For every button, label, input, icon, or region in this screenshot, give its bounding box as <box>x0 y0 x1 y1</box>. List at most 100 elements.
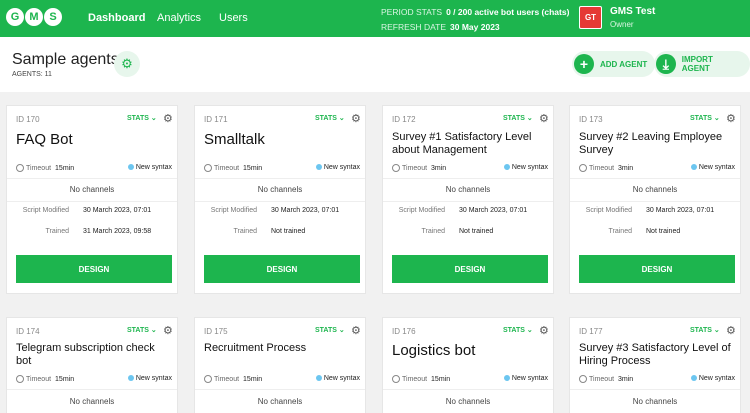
chevron-down-icon: ⌄ <box>713 327 720 334</box>
divider <box>570 389 740 390</box>
divider <box>195 201 365 202</box>
timeout-label: Timeout <box>26 375 52 383</box>
user-name[interactable]: GMS Test <box>610 6 655 17</box>
channels-status: No channels <box>632 185 678 194</box>
script-modified-label: Script Modified <box>585 207 632 214</box>
syntax-label: New syntax <box>698 375 735 382</box>
timeout-label: Timeout <box>402 375 428 383</box>
timeout-label: Timeout <box>589 375 615 383</box>
stats-dropdown[interactable]: STATS ⌄ <box>127 326 157 334</box>
trained-label: Trained <box>608 228 632 235</box>
page-settings-button[interactable]: ⚙ <box>114 51 140 77</box>
agent-id: ID 170 <box>16 115 40 124</box>
syntax-badge: New syntax <box>127 375 172 382</box>
script-modified-value: 30 March 2023, 07:01 <box>83 207 152 214</box>
stats-label: STATS <box>503 115 525 122</box>
syntax-dot-icon <box>503 375 510 382</box>
nav-users[interactable]: Users <box>219 12 248 24</box>
agent-title: FAQ Bot <box>16 131 73 148</box>
design-button[interactable]: DESIGN <box>392 255 548 283</box>
divider <box>195 178 365 179</box>
stats-dropdown[interactable]: STATS ⌄ <box>503 114 533 122</box>
gms-logo[interactable]: G M S <box>6 8 62 26</box>
script-modified-label: Script Modified <box>398 207 445 214</box>
agent-id: ID 172 <box>392 115 416 124</box>
stats-dropdown[interactable]: STATS ⌄ <box>690 326 720 334</box>
agent-card: ID 176 STATS ⌄ ⚙ Logistics bot Timeout 15… <box>382 317 554 413</box>
top-navbar: G M S Dashboard Analytics Users PERIOD S… <box>0 0 750 37</box>
user-avatar[interactable]: GT <box>579 6 602 29</box>
agent-title: Survey #3 Satisfactory Level of Hiring P… <box>579 342 731 367</box>
add-agent-label: ADD AGENT <box>600 59 648 69</box>
agent-count: AGENTS: 11 <box>12 71 52 78</box>
user-role: Owner <box>610 20 634 29</box>
syntax-dot-icon <box>315 375 322 382</box>
import-agent-button[interactable]: ⤓ IMPORT AGENT <box>654 51 750 77</box>
gear-icon[interactable]: ⚙ <box>726 112 736 125</box>
nav-analytics[interactable]: Analytics <box>157 12 201 24</box>
agent-id: ID 171 <box>204 115 228 124</box>
divider <box>570 178 740 179</box>
syntax-dot-icon <box>127 375 134 382</box>
gear-icon[interactable]: ⚙ <box>539 112 549 125</box>
clock-icon <box>579 164 587 172</box>
script-modified-value: 30 March 2023, 07:01 <box>459 207 528 214</box>
channels-status: No channels <box>69 185 115 194</box>
nav-dashboard[interactable]: Dashboard <box>88 12 145 24</box>
trained-value: Not trained <box>646 228 681 235</box>
stats-label: STATS <box>127 327 149 334</box>
agent-id: ID 177 <box>579 327 603 336</box>
agent-card: ID 172 STATS ⌄ ⚙ Survey #1 Satisfactory … <box>382 105 554 294</box>
design-button[interactable]: DESIGN <box>204 255 360 283</box>
stats-label: STATS <box>690 115 712 122</box>
gear-icon[interactable]: ⚙ <box>351 324 361 337</box>
syntax-badge: New syntax <box>127 164 172 171</box>
trained-value: Not trained <box>271 228 306 235</box>
add-agent-button[interactable]: + ADD AGENT <box>572 51 656 77</box>
channels-status: No channels <box>257 185 303 194</box>
syntax-label: New syntax <box>135 164 172 171</box>
design-button[interactable]: DESIGN <box>579 255 735 283</box>
logo-letter-g: G <box>6 8 24 26</box>
syntax-dot-icon <box>503 164 510 171</box>
agent-card: ID 171 STATS ⌄ ⚙ Smalltalk Timeout 15min … <box>194 105 366 294</box>
chevron-down-icon: ⌄ <box>526 115 533 122</box>
divider <box>383 201 553 202</box>
stats-dropdown[interactable]: STATS ⌄ <box>690 114 720 122</box>
download-icon: ⤓ <box>656 54 676 74</box>
stats-dropdown[interactable]: STATS ⌄ <box>315 114 345 122</box>
timeout-label: Timeout <box>214 164 240 172</box>
agent-card: ID 175 STATS ⌄ ⚙ Recruitment Process Tim… <box>194 317 366 413</box>
clock-icon <box>204 375 212 383</box>
divider <box>7 389 177 390</box>
stats-dropdown[interactable]: STATS ⌄ <box>127 114 157 122</box>
gear-icon: ⚙ <box>121 56 133 71</box>
chevron-down-icon: ⌄ <box>150 327 157 334</box>
gear-icon[interactable]: ⚙ <box>163 112 173 125</box>
syntax-label: New syntax <box>511 164 548 171</box>
stats-dropdown[interactable]: STATS ⌄ <box>503 326 533 334</box>
refresh-date-value: 30 May 2023 <box>450 22 500 32</box>
syntax-badge: New syntax <box>503 375 548 382</box>
gear-icon[interactable]: ⚙ <box>726 324 736 337</box>
agent-card: ID 170 STATS ⌄ ⚙ FAQ Bot Timeout 15min Ne… <box>6 105 178 294</box>
gear-icon[interactable]: ⚙ <box>163 324 173 337</box>
timeout-value: 3min <box>431 164 447 172</box>
stats-label: STATS <box>315 327 337 334</box>
agent-title: Recruitment Process <box>204 342 307 354</box>
chevron-down-icon: ⌄ <box>150 115 157 122</box>
timeout-value: 15min <box>55 164 75 172</box>
stats-label: STATS <box>315 115 337 122</box>
timeout-row: Timeout 3min New syntax <box>579 375 735 383</box>
divider <box>7 201 177 202</box>
gear-icon[interactable]: ⚙ <box>351 112 361 125</box>
trained-value: 31 March 2023, 09:58 <box>83 228 152 235</box>
timeout-row: Timeout 15min New syntax <box>204 164 360 172</box>
gear-icon[interactable]: ⚙ <box>539 324 549 337</box>
syntax-label: New syntax <box>135 375 172 382</box>
design-button[interactable]: DESIGN <box>16 255 172 283</box>
stats-label: STATS <box>503 327 525 334</box>
timeout-row: Timeout 15min New syntax <box>392 375 548 383</box>
stats-dropdown[interactable]: STATS ⌄ <box>315 326 345 334</box>
channels-status: No channels <box>632 397 678 406</box>
